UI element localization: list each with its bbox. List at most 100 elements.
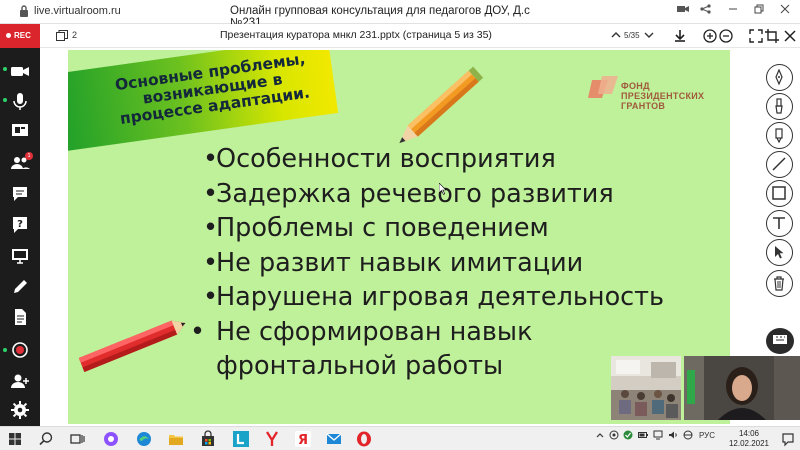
presentation-icon xyxy=(12,124,28,136)
pages-icon[interactable] xyxy=(56,30,68,41)
rectangle-icon xyxy=(772,186,786,200)
classroom-video-image xyxy=(611,356,681,420)
record-dot-icon xyxy=(6,33,11,39)
l-app-icon[interactable] xyxy=(232,430,250,448)
monitor-icon xyxy=(12,249,28,264)
battery-icon[interactable] xyxy=(638,430,648,440)
chevron-down-icon[interactable] xyxy=(643,29,655,41)
questions-button[interactable]: ? xyxy=(8,214,32,236)
mail-icon[interactable] xyxy=(325,430,343,448)
bullet-marker: • xyxy=(203,282,219,312)
language-indicator[interactable]: РУС xyxy=(699,431,715,440)
bullet-item: •Особенности восприятия xyxy=(203,142,723,177)
brush-icon xyxy=(775,98,783,114)
fit-screen-icon[interactable] xyxy=(748,28,764,44)
network-icon[interactable] xyxy=(653,430,663,440)
bullet-item: •Не развит навык имитации xyxy=(203,246,723,281)
eraser-tool-button[interactable] xyxy=(766,270,793,297)
close-presentation-icon[interactable] xyxy=(782,28,798,44)
text-icon xyxy=(773,217,785,229)
logo-line-3: ГРАНТОВ xyxy=(621,101,666,111)
screen-share-button[interactable] xyxy=(8,120,32,142)
search-icon[interactable] xyxy=(37,430,55,448)
left-sidebar: 1 ? xyxy=(0,48,40,426)
bullet-marker: • xyxy=(203,247,219,278)
zoom-out-icon[interactable] xyxy=(718,28,734,44)
file-icon xyxy=(15,309,26,325)
edge-browser-icon[interactable] xyxy=(135,430,153,448)
download-icon[interactable] xyxy=(672,28,688,44)
record-indicator[interactable]: REC xyxy=(0,24,40,48)
tray-app-icon[interactable] xyxy=(609,430,619,440)
close-icon[interactable] xyxy=(776,3,794,19)
task-view-icon[interactable] xyxy=(68,430,86,448)
bullet-item: •Нарушена игровая деятельность xyxy=(203,280,723,315)
participant-video-1[interactable] xyxy=(611,356,681,420)
lock-icon xyxy=(20,5,28,17)
windows-start-icon[interactable] xyxy=(6,430,24,448)
alice-icon[interactable] xyxy=(102,430,120,448)
pages-count: 2 xyxy=(72,30,78,40)
chevron-up-icon[interactable] xyxy=(610,29,622,41)
microphone-icon xyxy=(13,93,27,110)
minimize-icon[interactable] xyxy=(724,3,742,19)
rectangle-tool-button[interactable] xyxy=(766,180,793,207)
pointer-tool-button[interactable] xyxy=(766,239,793,266)
share-icon[interactable] xyxy=(696,3,714,19)
tray-security-icon[interactable] xyxy=(623,430,633,440)
marker-tool-button[interactable] xyxy=(766,122,793,149)
notifications-icon[interactable] xyxy=(780,431,796,447)
document-button[interactable] xyxy=(8,306,32,328)
document-title: Презентация куратора мнкл 231.pptx (стра… xyxy=(220,29,492,41)
bullet-text: Не сформирован навык фронтальной работы xyxy=(216,316,533,382)
crop-icon[interactable] xyxy=(764,28,780,44)
chat-window-button[interactable] xyxy=(766,328,794,354)
presentation-toolbar: REC 2 Презентация куратора мнкл 231.pptx… xyxy=(0,24,800,48)
keyboard-icon xyxy=(773,335,787,344)
file-explorer-icon[interactable] xyxy=(167,430,185,448)
page-indicator: 5/35 xyxy=(624,31,640,40)
pencil-icon xyxy=(14,280,27,293)
bullet-marker: • xyxy=(203,178,219,209)
participant-video-2[interactable] xyxy=(684,356,800,420)
settings-button[interactable] xyxy=(8,399,32,421)
trash-icon xyxy=(774,276,784,291)
chat-button[interactable] xyxy=(8,183,32,205)
text-tool-button[interactable] xyxy=(766,210,793,237)
volume-icon[interactable] xyxy=(668,430,678,440)
taskbar: Я РУС 14:06 12.02.2021 xyxy=(0,426,800,450)
store-icon[interactable] xyxy=(199,430,217,448)
bullet-list: •Особенности восприятия •Задержка речево… xyxy=(190,142,723,384)
pen-tool-button[interactable] xyxy=(766,64,793,91)
chat-icon xyxy=(13,187,27,201)
question-icon: ? xyxy=(13,217,27,233)
draw-button[interactable] xyxy=(8,276,32,298)
camera-button[interactable] xyxy=(8,60,32,82)
language-icon[interactable] xyxy=(683,430,693,440)
yandex-browser-icon[interactable] xyxy=(263,430,281,448)
participants-button[interactable]: 1 xyxy=(8,152,33,174)
camera-icon[interactable] xyxy=(674,3,692,19)
invite-button[interactable] xyxy=(8,370,32,392)
bullet-item: • Не сформирован навык фронтальной работы xyxy=(190,315,533,384)
clock-time: 14:06 xyxy=(738,429,760,438)
logo-line-1: ФОНД xyxy=(621,81,650,91)
logo: ФОНД ПРЕЗИДЕНТСКИХ ГРАНТОВ xyxy=(588,72,718,112)
line-tool-button[interactable] xyxy=(766,151,793,178)
bullet-text: Особенности восприятия xyxy=(216,144,556,174)
microphone-button[interactable] xyxy=(8,90,32,112)
chevron-up-icon[interactable] xyxy=(596,431,604,439)
bullet-text: Не развит навык имитации xyxy=(216,247,584,278)
bullet-item: •Проблемы с поведением xyxy=(203,211,723,246)
rec-label: REC xyxy=(14,31,31,40)
address-url[interactable]: live.virtualroom.ru xyxy=(34,5,121,17)
broadcast-button[interactable] xyxy=(8,245,32,267)
restore-icon[interactable] xyxy=(750,3,768,19)
bullet-marker: • xyxy=(190,316,206,347)
yandex-icon[interactable]: Я xyxy=(294,430,312,448)
opera-browser-icon[interactable] xyxy=(355,430,373,448)
record-button[interactable] xyxy=(8,339,32,361)
zoom-in-icon[interactable] xyxy=(702,28,718,44)
clock[interactable]: 14:06 12.02.2021 xyxy=(726,429,772,449)
brush-tool-button[interactable] xyxy=(766,93,793,120)
